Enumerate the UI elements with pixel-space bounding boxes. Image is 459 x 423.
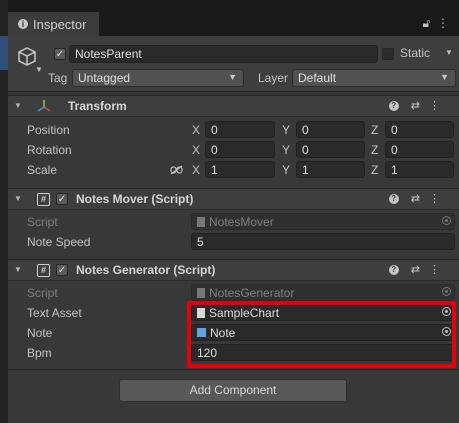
position-z-field[interactable]: 0 [385, 121, 454, 138]
highlight-box [187, 301, 456, 368]
rotation-label: Rotation [27, 143, 72, 157]
icon-dropdown-arrow[interactable]: ▼ [35, 65, 43, 74]
transform-header[interactable]: ▼ Transform ? ⇄⋮ [8, 95, 459, 117]
divider [8, 369, 459, 370]
position-y-field[interactable]: 0 [296, 121, 365, 138]
info-icon: i [18, 19, 28, 29]
rotation-y-field[interactable]: 0 [296, 141, 365, 158]
object-picker-icon [442, 216, 451, 225]
generator-script-label: Script [27, 286, 58, 300]
active-toggle[interactable]: ✓ [54, 48, 66, 60]
more-icon[interactable]: ⋮ [429, 100, 449, 112]
layer-label: Layer [258, 71, 289, 85]
presets-icon[interactable]: ⇄ [411, 264, 429, 276]
x-axis-label[interactable]: X [192, 123, 200, 137]
notes-mover-header[interactable]: ▼ # ✓ Notes Mover (Script) ? ⇄⋮ [8, 188, 459, 210]
object-name-field[interactable]: NotesParent [69, 45, 378, 63]
z-axis-label[interactable]: Z [371, 163, 378, 177]
rotation-z-field[interactable]: 0 [385, 141, 454, 158]
z-axis-label[interactable]: Z [371, 123, 378, 137]
x-axis-label[interactable]: X [192, 163, 200, 177]
mover-script-field: NotesMover [191, 213, 455, 230]
tag-value: Untagged [78, 71, 131, 85]
component-enabled-checkbox[interactable]: ✓ [56, 193, 68, 205]
component-actions: ? ⇄⋮ [388, 263, 449, 276]
mover-script-value: NotesMover [209, 215, 274, 229]
component-actions: ? ⇄⋮ [388, 99, 449, 112]
mover-script-label: Script [27, 215, 58, 229]
text-asset-label: Text Asset [27, 306, 82, 320]
script-file-icon [197, 288, 205, 298]
presets-icon[interactable]: ⇄ [411, 193, 429, 205]
presets-icon[interactable]: ⇄ [411, 100, 429, 112]
tab-label: Inspector [33, 17, 87, 32]
scale-label: Scale [27, 163, 58, 177]
help-icon[interactable]: ? [388, 101, 399, 111]
foldout-arrow-icon[interactable]: ▼ [14, 101, 22, 110]
foldout-arrow-icon[interactable]: ▼ [14, 194, 22, 203]
note-speed-field[interactable]: 5 [191, 233, 455, 250]
component-enabled-checkbox[interactable]: ✓ [56, 264, 68, 276]
lock-icon[interactable]: 🔓︎ [423, 16, 431, 30]
layer-dropdown[interactable]: Default ▼ [292, 69, 456, 87]
component-actions: ? ⇄⋮ [388, 192, 449, 205]
chevron-down-icon: ▼ [228, 72, 237, 82]
static-checkbox[interactable] [382, 48, 394, 60]
layer-value: Default [298, 71, 337, 85]
generator-script-value: NotesGenerator [209, 286, 295, 300]
csharp-script-icon: # [37, 193, 50, 206]
scale-z-field[interactable]: 1 [385, 161, 454, 178]
x-axis-label[interactable]: X [192, 143, 200, 157]
more-icon[interactable]: ⋮ [429, 264, 449, 276]
transform-title: Transform [68, 99, 127, 113]
csharp-script-icon: # [37, 264, 50, 277]
constrain-proportions-icon[interactable] [170, 165, 183, 175]
tag-dropdown[interactable]: Untagged ▼ [72, 69, 244, 87]
foldout-arrow-icon[interactable]: ▼ [14, 265, 22, 274]
more-icon[interactable]: ⋮ [429, 193, 449, 205]
notes-mover-title: Notes Mover (Script) [76, 192, 194, 206]
y-axis-label[interactable]: Y [282, 123, 290, 137]
rotation-x-field[interactable]: 0 [205, 141, 275, 158]
tag-label: Tag [48, 71, 68, 85]
notes-generator-title: Notes Generator (Script) [76, 263, 216, 277]
object-picker-icon [442, 287, 451, 296]
tab-inspector[interactable]: i Inspector [8, 12, 99, 36]
transform-axis-icon [37, 100, 51, 112]
script-file-icon [197, 217, 205, 227]
note-speed-label: Note Speed [27, 235, 91, 249]
add-component-button[interactable]: Add Component [119, 379, 347, 402]
y-axis-label[interactable]: Y [282, 143, 290, 157]
generator-script-field: NotesGenerator [191, 284, 455, 301]
static-label: Static [400, 46, 431, 60]
bpm-label: Bpm [27, 346, 52, 360]
position-label: Position [27, 123, 70, 137]
note-label: Note [27, 326, 53, 340]
scale-x-field[interactable]: 1 [205, 161, 275, 178]
help-icon[interactable]: ? [388, 194, 399, 204]
help-icon[interactable]: ? [388, 265, 399, 275]
static-dropdown-arrow[interactable]: ▼ [445, 48, 453, 57]
z-axis-label[interactable]: Z [371, 143, 378, 157]
scene-selection-edge [0, 36, 8, 70]
notes-generator-header[interactable]: ▼ # ✓ Notes Generator (Script) ? ⇄⋮ [8, 259, 459, 281]
tab-actions: 🔓︎ ⋮ [423, 16, 449, 31]
position-x-field[interactable]: 0 [205, 121, 275, 138]
more-icon[interactable]: ⋮ [437, 16, 449, 30]
scene-view-edge [0, 0, 8, 423]
chevron-down-icon: ▼ [440, 72, 449, 82]
y-axis-label[interactable]: Y [282, 163, 290, 177]
scale-y-field[interactable]: 1 [296, 161, 365, 178]
